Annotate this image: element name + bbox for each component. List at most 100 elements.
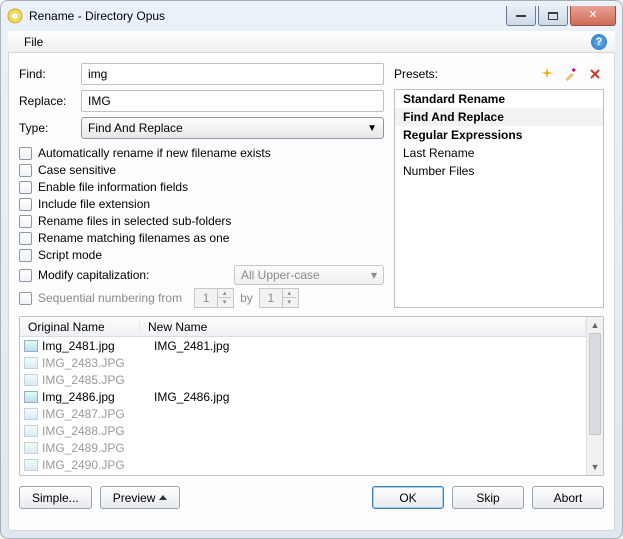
table-row[interactable]: IMG_2483.JPG	[20, 354, 586, 371]
scroll-thumb[interactable]	[589, 333, 601, 435]
close-button[interactable]: ✕	[570, 6, 616, 26]
preset-list[interactable]: Standard RenameFind And ReplaceRegular E…	[394, 89, 604, 308]
table-row[interactable]: IMG_2488.JPG	[20, 422, 586, 439]
checkbox-include-ext[interactable]	[19, 198, 32, 211]
cell-original: Img_2486.jpg	[42, 390, 154, 404]
spin-up-icon[interactable]: ▴	[283, 289, 296, 298]
titlebar[interactable]: Rename - Directory Opus ✕	[1, 1, 622, 31]
skip-button-label: Skip	[476, 491, 499, 505]
cell-original: IMG_2485.JPG	[42, 373, 154, 387]
skip-button[interactable]: Skip	[452, 486, 524, 509]
replace-input[interactable]	[81, 90, 384, 112]
table-row[interactable]: IMG_2485.JPG	[20, 371, 586, 388]
content: Find: Replace: Type: Find And Replace ▼ …	[8, 53, 615, 531]
label-rename-subfolders: Rename files in selected sub-folders	[38, 214, 231, 228]
label-modify-cap: Modify capitalization:	[38, 268, 149, 282]
file-grid: Original Name New Name Img_2481.jpgIMG_2…	[19, 316, 604, 476]
cell-original: Img_2481.jpg	[42, 339, 154, 353]
find-input[interactable]	[81, 63, 384, 85]
modify-cap-combo[interactable]: All Upper-case ▾	[234, 265, 384, 285]
cell-original: IMG_2487.JPG	[42, 407, 154, 421]
ok-button-label: OK	[399, 491, 416, 505]
label-rename-matching: Rename matching filenames as one	[38, 231, 229, 245]
preset-new-button[interactable]	[538, 65, 556, 83]
spin-down-icon[interactable]: ▾	[283, 298, 296, 307]
file-icon	[24, 391, 38, 403]
checkbox-script-mode[interactable]	[19, 249, 32, 262]
label-include-ext: Include file extension	[38, 197, 150, 211]
replace-label: Replace:	[19, 94, 75, 108]
label-seq-num: Sequential numbering from	[38, 291, 182, 305]
col-new[interactable]: New Name	[140, 320, 586, 334]
table-row[interactable]: IMG_2490.JPG	[20, 456, 586, 473]
checkbox-case-sensitive[interactable]	[19, 164, 32, 177]
preset-item[interactable]: Standard Rename	[395, 90, 603, 108]
close-icon: ✕	[588, 10, 597, 21]
file-icon	[24, 340, 38, 352]
table-row[interactable]: Img_2486.jpgIMG_2486.jpg	[20, 388, 586, 405]
grid-header[interactable]: Original Name New Name	[20, 317, 586, 337]
triangle-up-icon	[159, 495, 167, 500]
file-icon	[24, 459, 38, 471]
label-script-mode: Script mode	[38, 248, 102, 262]
checkbox-auto-rename[interactable]	[19, 147, 32, 160]
seq-by-input[interactable]	[260, 291, 282, 305]
type-combo[interactable]: Find And Replace ▼	[81, 117, 384, 139]
preset-item[interactable]: Number Files	[395, 162, 603, 180]
menu-file[interactable]: File	[16, 33, 51, 51]
maximize-button[interactable]	[538, 6, 568, 26]
checkbox-seq-num[interactable]	[19, 292, 32, 305]
table-row[interactable]: IMG_2489.JPG	[20, 439, 586, 456]
spin-up-icon[interactable]: ▴	[218, 289, 231, 298]
cell-original: IMG_2490.JPG	[42, 458, 154, 472]
cell-new: IMG_2481.jpg	[154, 339, 586, 353]
abort-button[interactable]: Abort	[532, 486, 604, 509]
type-combo-value: Find And Replace	[88, 121, 183, 135]
label-auto-rename: Automatically rename if new filename exi…	[38, 146, 271, 160]
pencil-icon	[563, 66, 579, 82]
delete-icon	[588, 67, 602, 81]
preview-button[interactable]: Preview	[100, 486, 181, 509]
checkbox-modify-cap[interactable]	[19, 269, 32, 282]
file-icon	[24, 374, 38, 386]
preset-edit-button[interactable]	[562, 65, 580, 83]
checkbox-rename-matching[interactable]	[19, 232, 32, 245]
seq-from-spinner[interactable]: ▴▾	[194, 288, 234, 308]
presets-label: Presets:	[394, 67, 438, 81]
seq-from-input[interactable]	[195, 291, 217, 305]
col-original[interactable]: Original Name	[20, 320, 140, 334]
spin-down-icon[interactable]: ▾	[218, 298, 231, 307]
simple-button[interactable]: Simple...	[19, 486, 92, 509]
preset-delete-button[interactable]	[586, 65, 604, 83]
ok-button[interactable]: OK	[372, 486, 444, 509]
modify-cap-value: All Upper-case	[241, 268, 320, 282]
abort-button-label: Abort	[554, 491, 583, 505]
cell-new: IMG_2486.jpg	[154, 390, 586, 404]
scroll-up-icon[interactable]: ▲	[587, 317, 603, 333]
table-row[interactable]: IMG_2487.JPG	[20, 405, 586, 422]
window-title: Rename - Directory Opus	[29, 9, 506, 23]
window: Rename - Directory Opus ✕ File ? Find: R…	[0, 0, 623, 539]
table-row[interactable]: Img_2481.jpgIMG_2481.jpg	[20, 337, 586, 354]
file-icon	[24, 442, 38, 454]
scrollbar[interactable]: ▲ ▼	[586, 317, 603, 475]
chevron-down-icon: ▾	[371, 268, 377, 282]
preset-item[interactable]: Find And Replace	[395, 108, 603, 126]
seq-by-spinner[interactable]: ▴▾	[259, 288, 299, 308]
minimize-button[interactable]	[506, 6, 536, 26]
type-label: Type:	[19, 121, 75, 135]
preview-button-label: Preview	[113, 491, 156, 505]
checkbox-enable-info[interactable]	[19, 181, 32, 194]
cell-original: IMG_2489.JPG	[42, 441, 154, 455]
cell-original: IMG_2483.JPG	[42, 356, 154, 370]
file-icon	[24, 408, 38, 420]
scroll-down-icon[interactable]: ▼	[587, 459, 603, 475]
preset-item[interactable]: Regular Expressions	[395, 126, 603, 144]
help-icon[interactable]: ?	[591, 34, 607, 50]
checkbox-rename-subfolders[interactable]	[19, 215, 32, 228]
preset-item[interactable]: Last Rename	[395, 144, 603, 162]
grid-body[interactable]: Img_2481.jpgIMG_2481.jpgIMG_2483.JPGIMG_…	[20, 337, 586, 473]
file-icon	[24, 357, 38, 369]
label-case-sensitive: Case sensitive	[38, 163, 116, 177]
file-icon	[24, 425, 38, 437]
